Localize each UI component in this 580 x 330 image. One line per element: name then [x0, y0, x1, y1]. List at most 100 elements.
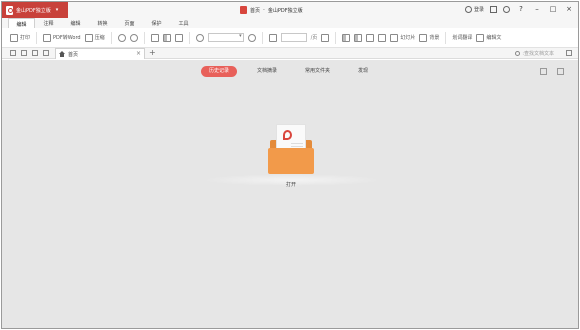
print-label: 打印 — [20, 35, 31, 41]
zoom-in-icon[interactable] — [247, 33, 256, 42]
doc-search[interactable]: :查找文档文本 — [515, 50, 554, 57]
printer-icon — [10, 33, 18, 42]
word-icon — [43, 33, 52, 42]
pin-icon[interactable] — [566, 50, 572, 56]
double-page-icon[interactable] — [354, 33, 363, 42]
ocr-button[interactable]: 编辑文 — [476, 32, 501, 44]
single-page-icon[interactable] — [342, 33, 351, 42]
fullscreen-icon[interactable] — [378, 33, 387, 42]
document-icon — [240, 6, 247, 14]
menu-bar: 编辑 注释 编辑 转换 页面 保护 工具 — [2, 18, 578, 28]
zoom-out-icon[interactable] — [195, 33, 204, 42]
play-button[interactable]: 幻灯片 — [390, 32, 415, 44]
toolbar-divider — [143, 31, 145, 44]
toolbar-divider — [335, 31, 337, 44]
app-window: 金山PDF独立版 ▾ 首页 - 金山PDF独立版 登录 ? – □ × 编辑 注… — [1, 1, 579, 329]
app-menu-button[interactable]: 金山PDF独立版 ▾ — [2, 2, 68, 18]
print-button[interactable]: 打印 — [10, 32, 30, 44]
window-title-app: 金山PDF独立版 — [267, 7, 303, 14]
pdf-logo-icon — [6, 5, 13, 15]
toolbar-divider — [36, 31, 38, 44]
ocr-icon — [476, 33, 485, 42]
tab-discover[interactable]: 发现 — [350, 66, 376, 77]
doc-search-placeholder: :查找文档文本 — [522, 51, 554, 57]
menu-tab-edit-active[interactable]: 编辑 — [8, 18, 35, 28]
page-number-input[interactable] — [280, 33, 307, 42]
home-tab-label: 首页 — [68, 51, 79, 58]
maximize-button[interactable]: □ — [548, 5, 558, 13]
help-icon[interactable]: ? — [516, 5, 526, 13]
login-label: 登录 — [473, 6, 484, 13]
open-file-button[interactable] — [266, 120, 316, 178]
menu-tab-annotate[interactable]: 注释 — [35, 18, 62, 28]
fit-page-icon[interactable] — [150, 33, 159, 42]
zoom-select[interactable] — [207, 33, 244, 42]
app-name: 金山PDF独立版 — [16, 7, 51, 14]
chevron-down-icon: ▾ — [55, 7, 59, 13]
skin-icon[interactable] — [490, 5, 497, 13]
pdf-mark-icon — [283, 130, 292, 140]
fit-width-icon[interactable] — [162, 33, 171, 42]
prev-page-icon[interactable] — [268, 33, 277, 42]
tab-home[interactable]: 首页 × — [55, 48, 145, 59]
continuous-icon[interactable] — [366, 33, 375, 42]
user-icon — [464, 5, 472, 13]
undo-icon[interactable] — [21, 50, 27, 56]
view-toggle — [540, 68, 564, 75]
minimize-button[interactable]: – — [532, 5, 542, 13]
open-folder-icon[interactable] — [10, 50, 16, 56]
menu-tab-convert[interactable]: 转换 — [89, 18, 116, 28]
ocr-label: 编辑文 — [486, 35, 502, 41]
new-tab-button[interactable]: + — [149, 48, 156, 58]
tab-excerpts[interactable]: 文档摘录 — [249, 66, 285, 77]
tab-close-icon[interactable]: × — [136, 50, 141, 57]
toolbar-divider — [188, 31, 190, 44]
folder-icon — [268, 148, 314, 174]
redo-icon[interactable] — [32, 50, 38, 56]
menu-tab-edit[interactable]: 编辑 — [62, 18, 89, 28]
tab-history[interactable]: 历史记录 — [201, 66, 238, 77]
compress-button[interactable]: 压缩 — [84, 32, 105, 44]
home-workspace: 历史记录 文档摘录 常用文件夹 发现 — [2, 60, 578, 328]
document-tab-strip: 首页 × + :查找文档文本 — [2, 48, 578, 59]
title-bar-controls: 登录 ? – □ × — [464, 5, 574, 13]
home-icon — [59, 51, 65, 57]
background-button[interactable]: 背景 — [419, 32, 439, 44]
save-icon[interactable] — [43, 50, 49, 56]
settings-icon[interactable] — [503, 5, 510, 13]
next-page-icon[interactable] — [321, 33, 330, 42]
pdf-to-word-button[interactable]: PDF转Word — [43, 32, 81, 44]
background-icon — [419, 33, 428, 42]
toolbar-divider — [261, 31, 263, 44]
menu-tab-protect[interactable]: 保护 — [143, 18, 170, 28]
home-tabs: 历史记录 文档摘录 常用文件夹 发现 — [201, 66, 376, 77]
slideshow-icon — [390, 33, 399, 42]
play-label: 幻灯片 — [400, 35, 416, 41]
menu-tab-page[interactable]: 页面 — [116, 18, 143, 28]
paper-lines — [291, 143, 303, 144]
window-title-separator: - — [263, 7, 265, 13]
pdf-to-word-label: PDF转Word — [53, 35, 81, 41]
menu-tab-tools[interactable]: 工具 — [170, 18, 197, 28]
grid-view-icon[interactable] — [557, 68, 564, 75]
list-view-icon[interactable] — [540, 68, 547, 75]
actual-size-icon[interactable] — [174, 33, 183, 42]
title-bar: 金山PDF独立版 ▾ 首页 - 金山PDF独立版 登录 ? – □ × — [2, 2, 578, 18]
search-icon — [515, 51, 521, 56]
window-title: 首页 - 金山PDF独立版 — [240, 6, 303, 14]
page-total: /页 — [310, 35, 318, 41]
window-title-page: 首页 — [250, 7, 261, 14]
rotate-right-icon[interactable] — [129, 33, 138, 42]
toolbar-divider — [445, 31, 447, 44]
background-label: 背景 — [429, 35, 440, 41]
toolbar: 打印 PDF转Word 压缩 /页 幻灯片 — [2, 28, 578, 48]
compress-label: 压缩 — [94, 35, 105, 41]
close-button[interactable]: × — [564, 5, 574, 13]
open-label[interactable]: 打开 — [266, 181, 316, 188]
tab-common-folders[interactable]: 常用文件夹 — [297, 66, 338, 77]
login-button[interactable]: 登录 — [464, 5, 484, 13]
translate-button[interactable]: 划词翻译 — [452, 34, 472, 41]
rotate-left-icon[interactable] — [117, 33, 126, 42]
compress-icon — [84, 33, 93, 42]
toolbar-divider — [110, 31, 112, 44]
